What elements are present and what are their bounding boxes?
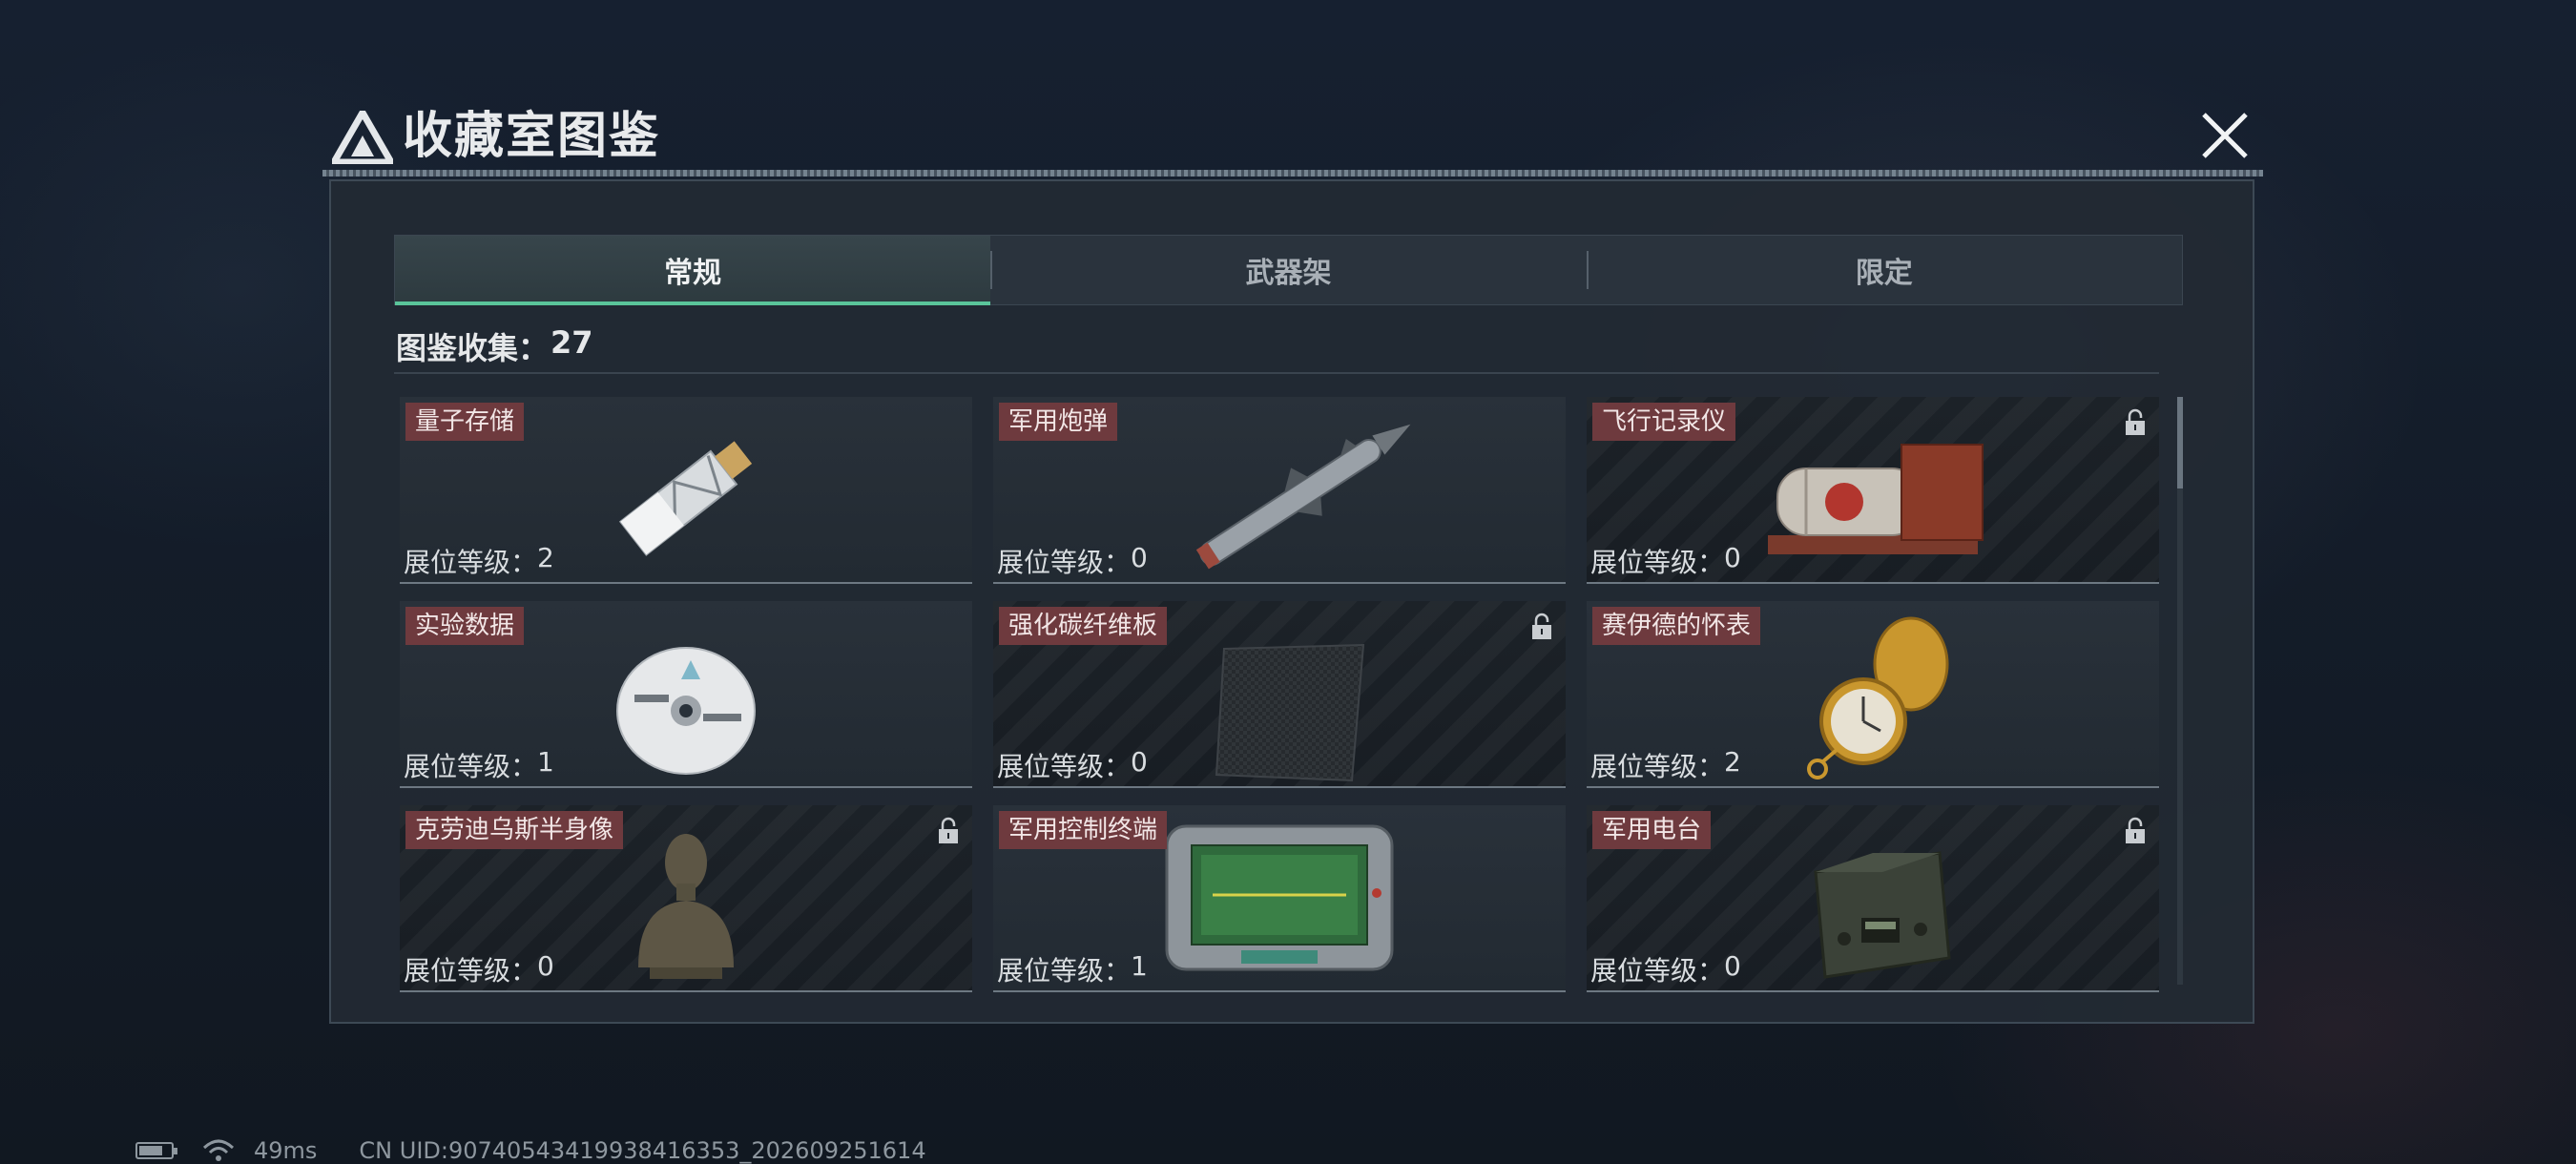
- item-level-label: 展位等级：: [404, 955, 538, 987]
- card-underline: [993, 990, 1566, 992]
- item-name: 量子存储: [405, 403, 525, 441]
- item-grid: 量子存储 展位等级： 2 军用炮弹 展位等级： 0 飞行记录仪 展位等级： 0 …: [400, 397, 2160, 992]
- radio-icon: [1814, 851, 1951, 979]
- card-underline: [1587, 786, 2159, 788]
- item-name: 军用控制终端: [999, 811, 1168, 849]
- divider: [394, 372, 2159, 374]
- item-level-value: 1: [1131, 950, 1148, 982]
- lock-icon: [2126, 408, 2145, 435]
- collection-count: 图鉴收集： 27: [396, 324, 593, 368]
- card-underline: [993, 786, 1566, 788]
- item-level-label: 展位等级：: [1590, 751, 1725, 782]
- item-level-label: 展位等级：: [404, 751, 538, 782]
- battery-icon: [135, 1142, 177, 1159]
- item-level: 展位等级： 0: [1590, 542, 1741, 580]
- item-level: 展位等级： 2: [1590, 746, 1741, 784]
- pocket-watch-icon: [1807, 616, 1949, 779]
- item-level-label: 展位等级：: [404, 547, 538, 578]
- item-level-value: 0: [1131, 542, 1148, 573]
- item-name: 军用电台: [1592, 811, 1712, 849]
- ping-text: 49ms: [254, 1137, 318, 1164]
- collection-dialog: 常规 武器架 限定 图鉴收集： 27 量子存储 展位等级： 2 军用炮弹 展位等…: [329, 179, 2254, 1024]
- item-level-label: 展位等级：: [1590, 547, 1725, 578]
- logo-icon: [332, 111, 393, 164]
- item-card-military-shell[interactable]: 军用炮弹 展位等级： 0: [993, 397, 1566, 584]
- item-name: 飞行记录仪: [1592, 403, 1736, 441]
- card-underline: [1587, 990, 2159, 992]
- lock-icon: [2126, 817, 2145, 843]
- scrollbar-thumb[interactable]: [2177, 397, 2183, 488]
- item-card-flight-recorder[interactable]: 飞行记录仪 展位等级： 0: [1587, 397, 2159, 584]
- item-name: 赛伊德的怀表: [1592, 607, 1761, 645]
- item-level-value: 0: [1724, 950, 1741, 982]
- collection-count-value: 27: [551, 324, 593, 361]
- item-level: 展位等级： 2: [404, 542, 554, 580]
- tab-bar: 常规 武器架 限定: [394, 235, 2183, 305]
- card-underline: [400, 582, 972, 584]
- item-level-label: 展位等级：: [997, 751, 1132, 782]
- close-button[interactable]: [2192, 105, 2257, 166]
- page-title: 收藏室图鉴: [403, 108, 661, 165]
- item-name: 军用炮弹: [999, 403, 1118, 441]
- item-card-carbon-plate[interactable]: 强化碳纤维板 展位等级： 0: [993, 601, 1566, 788]
- tab-limited[interactable]: 限定: [1586, 236, 2182, 304]
- item-level-value: 0: [537, 950, 554, 982]
- item-card-experiment-data[interactable]: 实验数据 展位等级： 1: [400, 601, 972, 788]
- card-underline: [993, 582, 1566, 584]
- item-card-control-terminal[interactable]: 军用控制终端 展位等级： 1: [993, 805, 1566, 992]
- uid-text: CN UID:90740543419938416353_202609251614: [359, 1137, 926, 1164]
- flight-recorder-icon: [1768, 444, 1984, 554]
- item-level: 展位等级： 0: [1590, 950, 1741, 988]
- item-card-pocket-watch[interactable]: 赛伊德的怀表 展位等级： 2: [1587, 601, 2159, 788]
- card-underline: [400, 990, 972, 992]
- scrollbar[interactable]: [2177, 397, 2183, 985]
- item-level-value: 1: [537, 746, 554, 778]
- item-level-value: 0: [1724, 542, 1741, 573]
- close-icon: [2202, 113, 2248, 158]
- item-name: 克劳迪乌斯半身像: [405, 811, 624, 849]
- tab-regular[interactable]: 常规: [395, 236, 991, 305]
- card-underline: [1587, 582, 2159, 584]
- missile-icon: [1195, 424, 1411, 570]
- item-name: 强化碳纤维板: [999, 607, 1168, 645]
- item-level-value: 2: [537, 542, 554, 573]
- item-level: 展位等级： 1: [997, 950, 1148, 988]
- status-bar: 49ms CN UID:90740543419938416353_2026092…: [135, 1137, 926, 1164]
- item-level-label: 展位等级：: [997, 547, 1132, 578]
- item-level-label: 展位等级：: [997, 955, 1132, 987]
- control-terminal-icon: [1165, 824, 1394, 971]
- item-card-quantum-storage[interactable]: 量子存储 展位等级： 2: [400, 397, 972, 584]
- item-level-label: 展位等级：: [1590, 955, 1725, 987]
- item-level: 展位等级： 0: [997, 542, 1148, 580]
- item-level: 展位等级： 0: [997, 746, 1148, 784]
- lock-icon: [939, 817, 958, 843]
- wifi-icon: [202, 1139, 235, 1161]
- window-header: 收藏室图鉴: [322, 94, 2263, 177]
- item-level: 展位等级： 0: [404, 950, 554, 988]
- carbon-plate-icon: [1215, 643, 1365, 782]
- card-underline: [400, 786, 972, 788]
- item-level-value: 2: [1724, 746, 1741, 778]
- item-name: 实验数据: [405, 607, 525, 645]
- item-card-military-radio[interactable]: 军用电台 展位等级： 0: [1587, 805, 2159, 992]
- usb-drive-icon: [618, 441, 753, 556]
- tab-weapon-rack[interactable]: 武器架: [990, 236, 1586, 304]
- item-level-value: 0: [1131, 746, 1148, 778]
- collection-count-label: 图鉴收集：: [396, 330, 550, 366]
- header-divider: [322, 170, 2263, 177]
- item-level: 展位等级： 1: [404, 746, 554, 784]
- lock-icon: [1532, 613, 1551, 639]
- disc-icon: [616, 647, 756, 775]
- item-card-bust[interactable]: 克劳迪乌斯半身像 展位等级： 0: [400, 805, 972, 992]
